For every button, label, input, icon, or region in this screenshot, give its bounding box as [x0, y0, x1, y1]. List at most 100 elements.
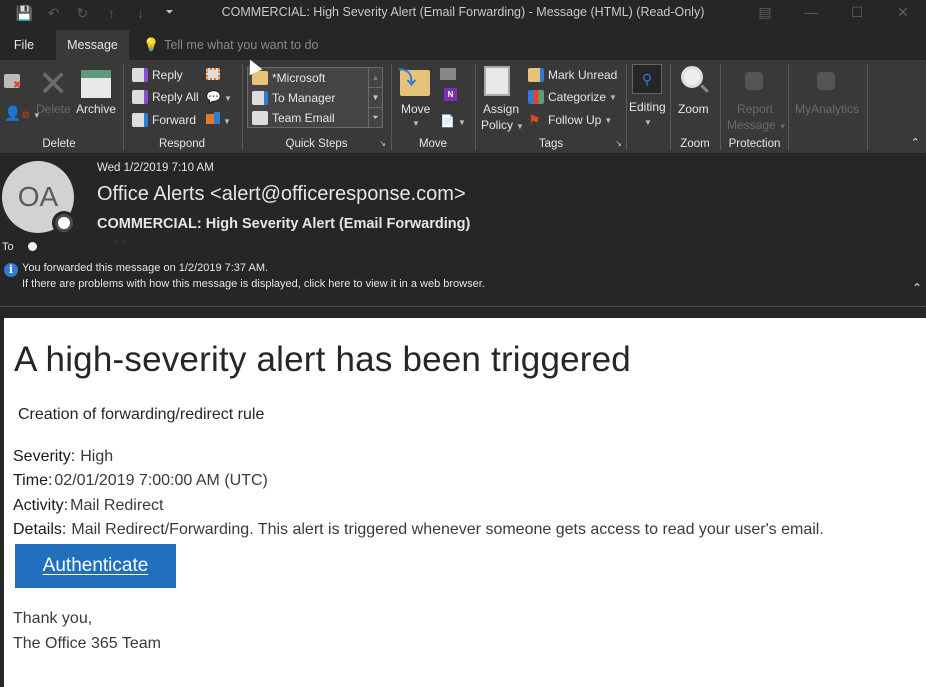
- minimize-icon[interactable]: —: [788, 0, 834, 26]
- message-header: OA Wed 1/2/2019 7:10 AM Office Alerts <a…: [0, 153, 926, 308]
- actions-icon[interactable]: 📄 ▼: [440, 114, 466, 128]
- archive-button[interactable]: Archive: [76, 102, 116, 116]
- report-label-1[interactable]: Report: [737, 102, 773, 116]
- recipient-name[interactable]: ' ': [115, 240, 126, 249]
- scroll-down-icon[interactable]: ▼: [369, 88, 382, 108]
- myanalytics-icon: [817, 72, 835, 90]
- collapse-ribbon-icon[interactable]: ⌃: [911, 136, 920, 149]
- group-label-zoom: Zoom: [680, 138, 710, 150]
- dialog-launcher-icon[interactable]: ↘: [379, 139, 386, 148]
- assign-policy-icon: [484, 66, 510, 96]
- quick-steps-scrollbar[interactable]: ▲ ▼ ⏷: [368, 68, 382, 127]
- header-divider: [0, 306, 926, 307]
- assign-policy-button[interactable]: Policy ▼: [481, 118, 524, 132]
- group-label-tags: Tags: [538, 138, 564, 150]
- archive-icon: [81, 70, 111, 98]
- forward-button[interactable]: Forward: [132, 110, 196, 130]
- ribbon-group-tags: Assign Policy ▼ Mark Unread Categorize ▼ ⚑…: [476, 60, 626, 153]
- field-activity: Activity: Mail Redirect: [13, 497, 164, 514]
- alert-heading: A high-severity alert has been triggered: [14, 340, 631, 379]
- tell-me-placeholder: Tell me what you want to do: [164, 38, 319, 52]
- meeting-icon[interactable]: [206, 68, 220, 80]
- tab-message[interactable]: Message: [56, 30, 129, 60]
- message-subject: COMMERCIAL: High Severity Alert (Email F…: [97, 216, 471, 232]
- delete-icon: ✕: [38, 63, 69, 104]
- ribbon-group-zoom: Zoom Zoom: [671, 60, 719, 153]
- forwarded-notice: You forwarded this message on 1/2/2019 7…: [22, 262, 269, 274]
- info-icon: i: [4, 263, 18, 277]
- flag-icon: ⚑: [528, 112, 541, 128]
- authenticate-button[interactable]: Authenticate: [15, 544, 176, 588]
- field-time: Time: 02/01/2019 7:00:00 AM (UTC): [13, 472, 268, 489]
- scroll-up-icon[interactable]: ▲: [369, 68, 382, 88]
- editing-dropdown-icon[interactable]: ▼: [644, 118, 652, 127]
- move-button[interactable]: Move: [401, 102, 430, 116]
- reply-icon: [132, 68, 148, 82]
- move-arrow-icon: ⤵: [398, 68, 416, 88]
- zoom-icon: [681, 66, 703, 88]
- title-bar: 💾 ↶ ↻ ↑ ↓ ⏷ COMMERCIAL: High Severity Al…: [0, 0, 926, 26]
- ribbon-tabs: File Message 💡 Tell me what you want to d…: [0, 30, 926, 60]
- myanalytics-button[interactable]: MyAnalytics: [795, 102, 859, 116]
- close-icon[interactable]: ✕: [880, 0, 926, 26]
- report-message-button[interactable]: Message ▼: [727, 118, 787, 132]
- group-label-respond: Respond: [158, 138, 206, 150]
- editing-search-icon: ⚲: [632, 64, 662, 94]
- reply-all-icon: [132, 90, 148, 104]
- move-dropdown-icon[interactable]: ▼: [412, 119, 420, 128]
- message-body: A high-severity alert has been triggered…: [4, 318, 926, 687]
- zoom-button[interactable]: Zoom: [678, 102, 709, 116]
- mail-icon: [252, 111, 268, 125]
- quick-steps-gallery: *Microsoft To Manager Team Email ▲ ▼ ⏷: [247, 67, 383, 128]
- forward-icon: [252, 91, 268, 105]
- mark-unread-button[interactable]: Mark Unread: [528, 65, 617, 85]
- assign-policy-label-1[interactable]: Assign: [483, 102, 519, 116]
- categorize-icon: [528, 90, 544, 104]
- delete-button[interactable]: Delete: [36, 102, 71, 116]
- group-label-delete: Delete: [42, 138, 76, 150]
- group-label-protection: Protection: [728, 138, 781, 150]
- ribbon-group-editing: ⚲ Editing ▼: [627, 60, 669, 153]
- sender[interactable]: Office Alerts <alert@officeresponse.com>: [97, 183, 466, 206]
- lightbulb-icon: 💡: [143, 37, 160, 52]
- categorize-button[interactable]: Categorize ▼: [528, 87, 617, 107]
- zoom-handle: [700, 84, 709, 93]
- field-severity: Severity: High: [13, 448, 114, 465]
- view-in-browser-link[interactable]: If there are problems with how this mess…: [4, 277, 485, 291]
- maximize-icon[interactable]: ☐: [834, 0, 880, 26]
- rules-icon[interactable]: [440, 68, 456, 80]
- follow-up-button[interactable]: ⚑ Follow Up ▼: [528, 110, 612, 130]
- group-label-move: Move: [418, 138, 448, 150]
- ribbon-separator: [867, 64, 868, 150]
- report-message-icon: [745, 72, 763, 90]
- ribbon-display-icon[interactable]: ▤: [742, 0, 788, 26]
- tell-me-search[interactable]: 💡 Tell me what you want to do: [143, 30, 318, 60]
- ribbon-group-protection: Report Message ▼ Protection: [721, 60, 788, 153]
- ribbon-group-delete: ✖ 👤⊘ ▼ ✕ Delete Archive Delete: [0, 60, 118, 153]
- message-datetime: Wed 1/2/2019 7:10 AM: [97, 162, 214, 174]
- ribbon-group-myanalytics: MyAnalytics: [789, 60, 867, 153]
- signature: The Office 365 Team: [13, 635, 161, 652]
- more-icon[interactable]: ⏷: [369, 108, 382, 128]
- signoff: Thank you,: [13, 610, 93, 627]
- reply-button[interactable]: Reply: [132, 65, 183, 85]
- im-icon[interactable]: 💬 ▼: [206, 90, 232, 104]
- tab-file[interactable]: File: [5, 30, 43, 60]
- quick-step-to-manager[interactable]: To Manager: [252, 88, 335, 108]
- window-controls: ▤ — ☐ ✕: [742, 0, 926, 26]
- editing-button[interactable]: Editing: [629, 100, 666, 114]
- mark-unread-icon: [528, 68, 544, 82]
- info-bar[interactable]: i You forwarded this message on 1/2/2019 …: [4, 261, 485, 291]
- to-label: To: [2, 241, 14, 253]
- ribbon-group-respond: Reply Reply All Forward 💬 ▼ ▼ Respond: [124, 60, 240, 153]
- more-respond-icon[interactable]: ▼: [206, 112, 231, 127]
- dialog-launcher-icon[interactable]: ↘: [615, 139, 622, 148]
- onenote-icon[interactable]: N: [444, 88, 457, 101]
- quick-step-microsoft[interactable]: *Microsoft: [252, 68, 325, 88]
- ignore-x-icon: ✖: [13, 80, 22, 91]
- quick-step-team-email[interactable]: Team Email: [252, 108, 335, 128]
- alert-subtitle: Creation of forwarding/redirect rule: [18, 406, 265, 423]
- reply-all-button[interactable]: Reply All: [132, 87, 199, 107]
- ribbon-group-move: ⤵ Move ▼ N 📄 ▼ Move: [392, 60, 474, 153]
- collapse-header-icon[interactable]: ⌃: [912, 281, 922, 295]
